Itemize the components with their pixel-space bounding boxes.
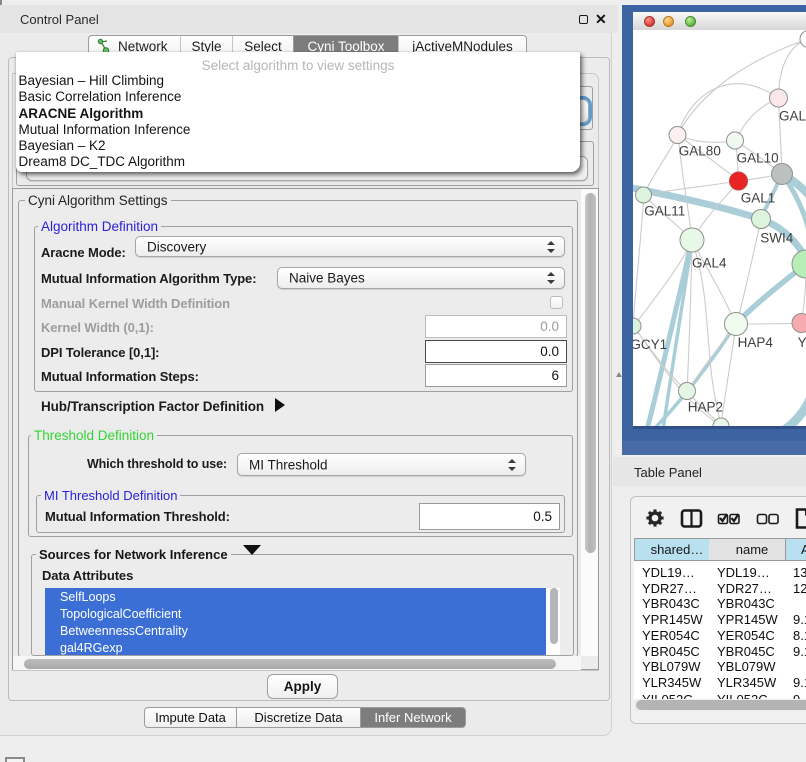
- svg-text:GCY1: GCY1: [633, 337, 667, 352]
- svg-text:GAL10: GAL10: [737, 151, 779, 166]
- svg-text:HAP4: HAP4: [738, 335, 774, 350]
- svg-text:GAL80: GAL80: [679, 144, 721, 159]
- svg-text:GAL1: GAL1: [741, 191, 776, 206]
- svg-text:GAL7: GAL7: [779, 109, 806, 124]
- svg-text:GAL4: GAL4: [692, 256, 727, 271]
- svg-text:HAP2: HAP2: [688, 400, 723, 415]
- svg-text:GAL11: GAL11: [644, 204, 685, 219]
- svg-text:SWI4: SWI4: [760, 231, 793, 246]
- svg-text:Y: Y: [798, 335, 806, 350]
